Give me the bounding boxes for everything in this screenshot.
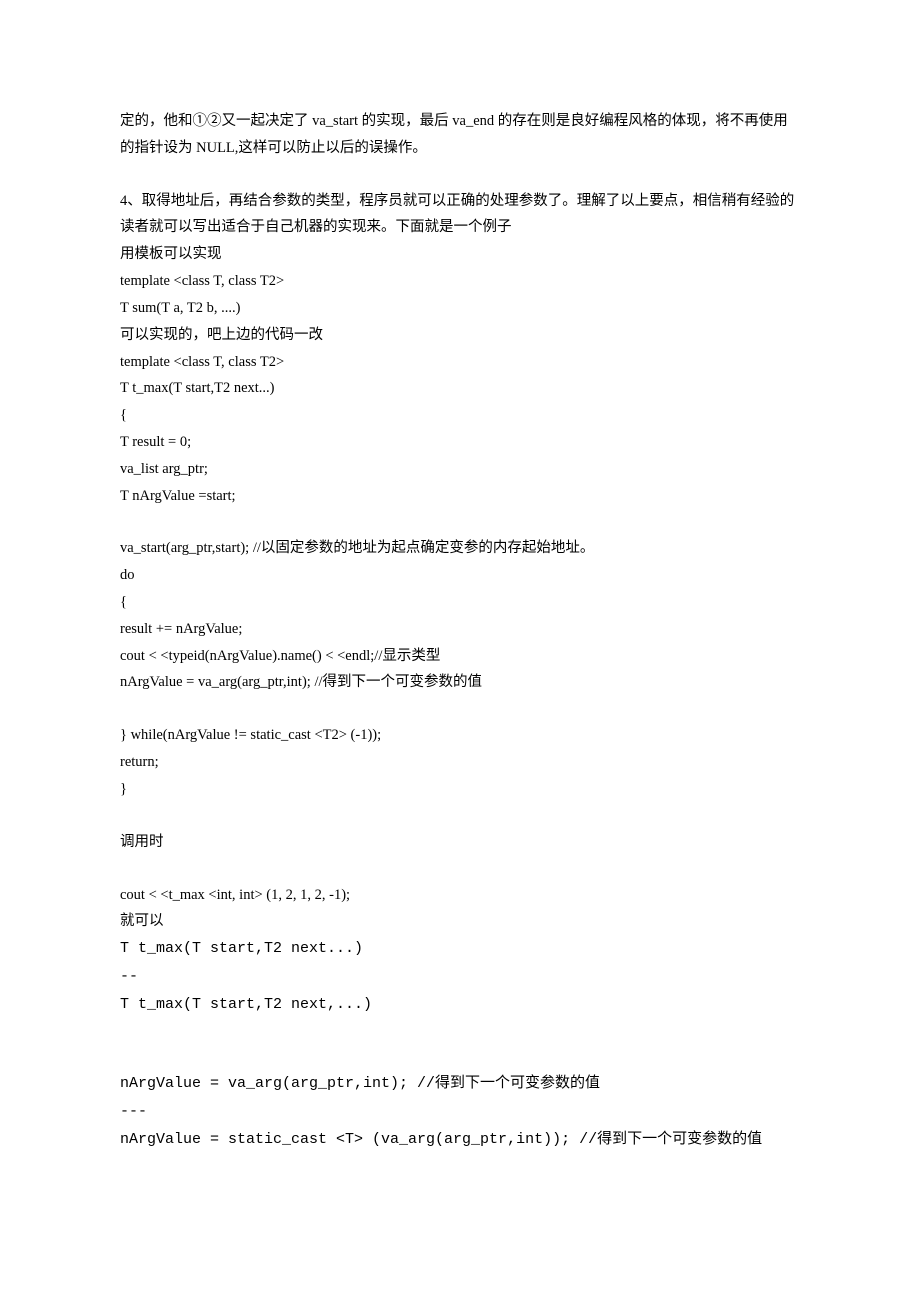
code-line: template <class T, class T2> (120, 268, 800, 295)
code-line: nArgValue = va_arg(arg_ptr,int); //得到下一个… (120, 669, 800, 696)
text-line: 就可以 (120, 908, 800, 935)
text-line: 可以实现的，吧上边的代码一改 (120, 322, 800, 349)
code-line: } (120, 776, 800, 803)
code-line: T t_max(T start,T2 next...) (120, 375, 800, 402)
code-line: cout < <t_max <int, int> (1, 2, 1, 2, -1… (120, 882, 800, 909)
dash-line: -- (120, 963, 800, 991)
call-heading: 调用时 (120, 829, 800, 856)
code-line: va_list arg_ptr; (120, 456, 800, 483)
code-line-mono: T t_max(T start,T2 next...) (120, 935, 800, 963)
code-line: cout < <typeid(nArgValue).name() < <endl… (120, 643, 800, 670)
intro-paragraph: 定的，他和①②又一起决定了 va_start 的实现，最后 va_end 的存在… (120, 108, 800, 162)
code-line-mono: nArgValue = va_arg(arg_ptr,int); //得到下一个… (120, 1070, 800, 1098)
spacer (120, 856, 800, 882)
code-line: T sum(T a, T2 b, ....) (120, 295, 800, 322)
code-line: va_start(arg_ptr,start); //以固定参数的地址为起点确定… (120, 535, 800, 562)
spacer (120, 509, 800, 535)
spacer (120, 696, 800, 722)
code-line: result += nArgValue; (120, 616, 800, 643)
dash-line: --- (120, 1098, 800, 1126)
code-line: T nArgValue =start; (120, 483, 800, 510)
code-line: T result = 0; (120, 429, 800, 456)
spacer (120, 803, 800, 829)
code-line: { (120, 402, 800, 429)
spacer (120, 162, 800, 188)
section4-paragraph: 4、取得地址后，再结合参数的类型，程序员就可以正确的处理参数了。理解了以上要点，… (120, 188, 800, 242)
code-line: return; (120, 749, 800, 776)
code-line: } while(nArgValue != static_cast <T2> (-… (120, 722, 800, 749)
code-line-mono: T t_max(T start,T2 next,...) (120, 991, 800, 1019)
code-line: template <class T, class T2> (120, 349, 800, 376)
code-line: { (120, 589, 800, 616)
code-line: do (120, 562, 800, 589)
code-line-mono: nArgValue = static_cast <T> (va_arg(arg_… (120, 1126, 800, 1154)
spacer (120, 1018, 800, 1044)
spacer (120, 1044, 800, 1070)
text-line: 用模板可以实现 (120, 241, 800, 268)
